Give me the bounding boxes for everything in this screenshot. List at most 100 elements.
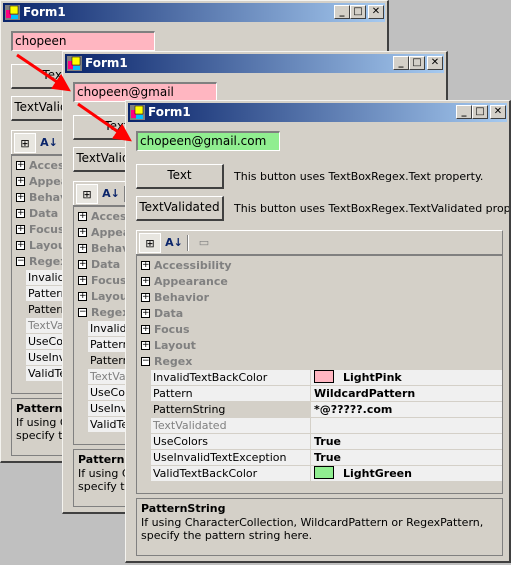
title-bar[interactable]: Form1 _ □ ✕ [3, 3, 385, 22]
expand-icon[interactable]: + [16, 161, 25, 170]
property-value-text: WildcardPattern [314, 387, 416, 400]
app-icon [67, 56, 82, 71]
close-button[interactable]: ✕ [427, 56, 443, 70]
collapse-icon[interactable]: − [78, 308, 87, 317]
title-bar[interactable]: Form1 _ □ ✕ [128, 103, 507, 122]
maximize-button[interactable]: □ [350, 5, 366, 19]
form-window: Form1 _ □ ✕ chopeen@gmail.com Text This button… [125, 100, 511, 563]
property-value[interactable]: LightGreen [311, 466, 502, 481]
collapse-icon[interactable]: − [141, 357, 150, 366]
property-value-text: LightGreen [343, 467, 412, 480]
text-validated-button[interactable]: TextValidated [136, 196, 224, 221]
expand-icon[interactable]: + [78, 292, 87, 301]
maximize-button[interactable]: □ [409, 56, 425, 70]
window-title: Form1 [23, 5, 66, 19]
button-description: This button uses TextBoxRegex.TextValida… [234, 202, 511, 215]
property-row[interactable]: UseInvalidTextException True [151, 450, 502, 466]
categorized-icon[interactable]: ⊞ [139, 233, 161, 253]
categorized-icon[interactable]: ⊞ [14, 133, 36, 153]
property-value-text: LightPink [343, 371, 402, 384]
property-value-text: *@?????.com [314, 403, 393, 416]
category-data[interactable]: + Data [137, 306, 502, 322]
window-title: Form1 [85, 56, 128, 70]
property-value-text: True [314, 451, 342, 464]
category-label: Regex [154, 355, 193, 368]
expand-icon[interactable]: + [141, 309, 150, 318]
category-label: Data [29, 207, 59, 220]
regex-textbox[interactable]: chopeen [11, 31, 155, 51]
title-bar[interactable]: Form1 _ □ ✕ [65, 54, 444, 73]
expand-icon[interactable]: + [141, 341, 150, 350]
category-accessibility[interactable]: + Accessibility [137, 258, 502, 274]
expand-icon[interactable]: + [141, 261, 150, 270]
expand-icon[interactable]: + [141, 293, 150, 302]
minimize-button[interactable]: _ [334, 5, 350, 19]
expand-icon[interactable]: + [16, 241, 25, 250]
regex-textbox[interactable]: chopeen@gmail.com [136, 131, 280, 151]
property-name: TextValidated [151, 418, 310, 433]
category-behavior[interactable]: + Behavior [137, 290, 502, 306]
expand-icon[interactable]: + [78, 244, 87, 253]
expand-icon[interactable]: + [16, 177, 25, 186]
minimize-button[interactable]: _ [393, 56, 409, 70]
category-label: Focus [29, 223, 65, 236]
regex-textbox[interactable]: chopeen@gmail [73, 82, 217, 102]
category-label: Appearance [154, 275, 228, 288]
property-row[interactable]: PatternString *@?????.com [151, 402, 502, 418]
category-appearance[interactable]: + Appearance [137, 274, 502, 290]
property-value[interactable]: *@?????.com [311, 402, 502, 417]
property-grid: +Accessibility+Appearance+Behavior+Data+… [136, 254, 503, 494]
collapse-icon[interactable]: − [16, 257, 25, 266]
category-label: Focus [154, 323, 190, 336]
category-label: Behavior [154, 291, 210, 304]
description-text: If using CharacterCollection, WildcardPa… [141, 516, 484, 542]
category-label: Data [91, 258, 121, 271]
color-swatch [314, 370, 334, 383]
property-name: PatternString [151, 402, 310, 417]
property-name: ValidTextBackColor [151, 466, 310, 481]
button-description: This button uses TextBoxRegex.Text prope… [234, 170, 484, 183]
expand-icon[interactable]: + [78, 276, 87, 285]
window-title: Form1 [148, 105, 191, 119]
category-label: Layout [154, 339, 196, 352]
expand-icon[interactable]: + [78, 260, 87, 269]
close-button[interactable]: ✕ [490, 105, 506, 119]
category-label: Focus [91, 274, 127, 287]
category-focus[interactable]: + Focus [137, 322, 502, 338]
maximize-button[interactable]: □ [472, 105, 488, 119]
property-row[interactable]: Pattern WildcardPattern [151, 386, 502, 402]
toolbar-separator [187, 235, 189, 251]
property-name: UseColors [151, 434, 310, 449]
property-value[interactable]: True [311, 450, 502, 465]
alphabetical-icon[interactable]: A↓ [38, 133, 60, 153]
expand-icon[interactable]: + [141, 325, 150, 334]
property-row[interactable]: ValidTextBackColor LightGreen [151, 466, 502, 482]
property-value-text: True [314, 435, 342, 448]
description-panel: PatternStringIf using CharacterCollectio… [136, 498, 503, 556]
close-button[interactable]: ✕ [368, 5, 384, 19]
property-row[interactable]: UseColors True [151, 434, 502, 450]
property-value[interactable]: WildcardPattern [311, 386, 502, 401]
category-label: Regex [91, 306, 130, 319]
property-grid-toolbar: ⊞A↓ ▭ [136, 230, 503, 254]
expand-icon[interactable]: + [16, 193, 25, 202]
property-value[interactable]: LightPink [311, 370, 502, 385]
minimize-button[interactable]: _ [456, 105, 472, 119]
property-value[interactable] [311, 418, 502, 433]
property-row[interactable]: TextValidated [151, 418, 502, 434]
property-value[interactable]: True [311, 434, 502, 449]
property-pages-icon[interactable]: ▭ [193, 233, 215, 253]
expand-icon[interactable]: + [78, 212, 87, 221]
property-row[interactable]: InvalidTextBackColor LightPink [151, 370, 502, 386]
expand-icon[interactable]: + [78, 228, 87, 237]
alphabetical-icon[interactable]: A↓ [163, 233, 185, 253]
category-regex[interactable]: − Regex [137, 354, 502, 370]
expand-icon[interactable]: + [141, 277, 150, 286]
alphabetical-icon[interactable]: A↓ [100, 184, 122, 204]
categorized-icon[interactable]: ⊞ [76, 184, 98, 204]
expand-icon[interactable]: + [16, 209, 25, 218]
expand-icon[interactable]: + [16, 225, 25, 234]
category-layout[interactable]: + Layout [137, 338, 502, 354]
text-button[interactable]: Text [136, 164, 224, 189]
property-name: InvalidTextBackColor [151, 370, 310, 385]
